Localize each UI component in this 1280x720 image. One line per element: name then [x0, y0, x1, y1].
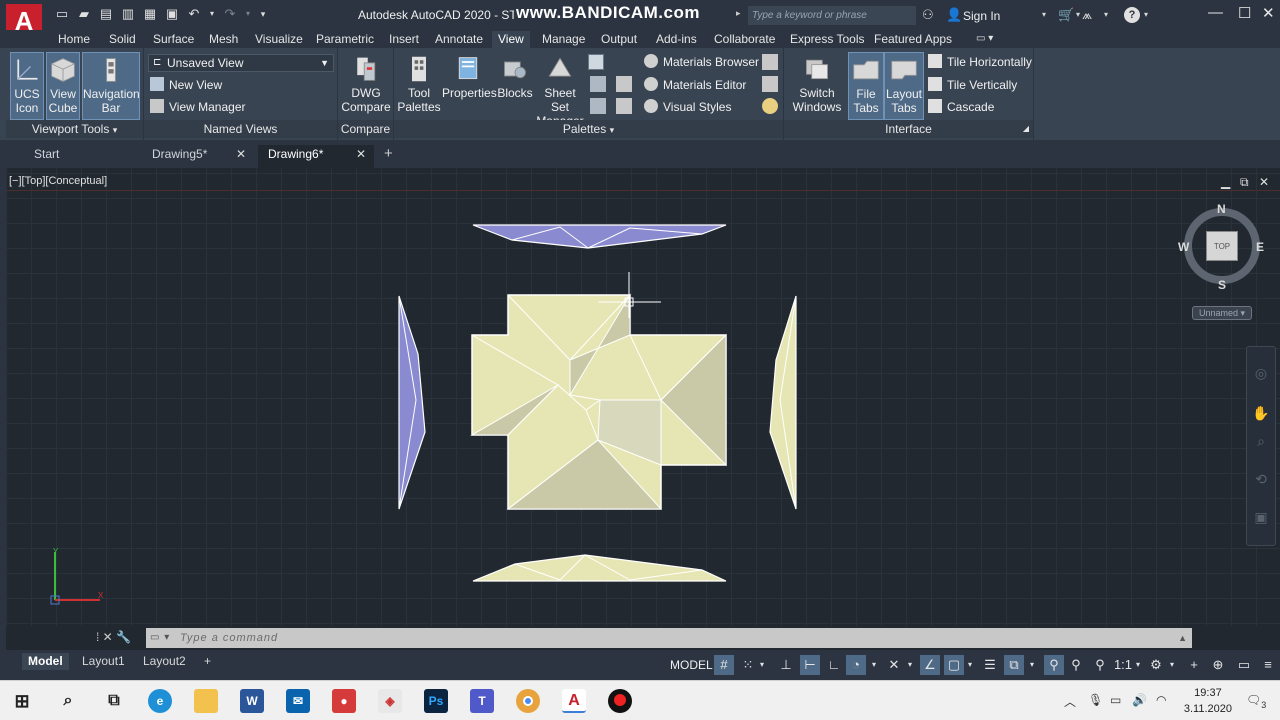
tray-chevron-icon[interactable]: ︿ — [1064, 693, 1076, 710]
windows-start-icon[interactable]: ⊞ — [10, 689, 34, 713]
top-elevation-view — [472, 224, 727, 249]
showmotion-icon[interactable]: ▣ — [1252, 508, 1270, 526]
workspace-dropdown-icon[interactable]: ▾ — [1166, 655, 1178, 675]
close-command-line-icon[interactable]: ✕ — [103, 630, 113, 644]
bottom-elevation-view — [472, 554, 727, 582]
annotation-monitor-icon[interactable]: + — [1184, 655, 1204, 675]
snap-dropdown-icon[interactable]: ▾ — [756, 655, 768, 675]
scale-dropdown-icon[interactable]: ▾ — [1132, 655, 1144, 675]
svg-text:Y: Y — [53, 547, 59, 556]
word-icon[interactable]: W — [240, 689, 264, 713]
isodraft-dropdown-icon[interactable]: ▾ — [904, 655, 916, 675]
customization-menu-icon[interactable]: ≡ — [1258, 655, 1278, 675]
right-elevation-view — [769, 295, 797, 510]
task-view-icon[interactable]: ⧉ — [102, 689, 126, 713]
status-bar: Model Layout1 Layout2 + MODEL # ⁙ ▾ ⊥ ⊢ … — [0, 650, 1280, 680]
ucs-axis-indicator: Y X — [50, 547, 104, 605]
svg-text:X: X — [98, 591, 104, 600]
object-snap-tracking-icon[interactable]: ∠ — [920, 655, 940, 675]
autocad-taskbar-icon[interactable]: A — [562, 689, 586, 713]
snap-icon[interactable]: ⁙ — [738, 655, 758, 675]
polar-tracking-icon[interactable]: ◔ — [846, 655, 866, 675]
isolate-objects-icon[interactable]: ⊕ — [1208, 655, 1228, 675]
steering-wheel-icon[interactable]: ◎ — [1252, 364, 1270, 382]
annotation-scale-value[interactable]: 1:1 — [1112, 655, 1134, 675]
clock-time: 19:37 — [1194, 687, 1222, 699]
selection-dropdown-icon[interactable]: ▾ — [1026, 655, 1038, 675]
annotation-scale-icon[interactable]: ⚲ — [1090, 655, 1110, 675]
viewcube-top-face[interactable]: TOP — [1206, 231, 1238, 261]
object-snap-dropdown-icon[interactable]: ▾ — [964, 655, 976, 675]
viewcube-east[interactable]: E — [1256, 240, 1264, 254]
infer-constraints-icon[interactable]: ⊥ — [776, 655, 796, 675]
file-explorer-icon[interactable] — [194, 689, 218, 713]
lineweight-icon[interactable]: ☰ — [980, 655, 1000, 675]
teams-icon[interactable]: T — [470, 689, 494, 713]
add-layout-icon[interactable]: + — [198, 653, 217, 670]
search-icon[interactable]: ⌕ — [56, 689, 80, 713]
customize-icon[interactable]: 🔧 — [116, 630, 131, 644]
layout-tab-model[interactable]: Model — [22, 653, 69, 670]
wcs-menu[interactable]: Unnamed ▾ — [1192, 306, 1252, 320]
bottom-elevation-face — [472, 554, 727, 582]
wifi-icon[interactable]: ◠ — [1156, 693, 1166, 707]
windows-taskbar: ⊞ ⌕ ⧉ e W ✉ ● ◈ Ps T A ︿ 🎙 ▭ 🔊 ◠ 19:37 3… — [0, 680, 1280, 720]
photoshop-icon[interactable]: Ps — [424, 689, 448, 713]
polar-dropdown-icon[interactable]: ▾ — [868, 655, 880, 675]
isodraft-icon[interactable]: ✕ — [884, 655, 904, 675]
paint-3d-icon[interactable]: ◈ — [378, 689, 402, 713]
battery-icon[interactable]: ▭ — [1110, 693, 1121, 707]
notification-count: 3 — [1261, 700, 1267, 710]
mail-icon[interactable]: ✉ — [286, 689, 310, 713]
viewcube-south[interactable]: S — [1218, 278, 1226, 292]
edge-icon[interactable]: e — [148, 689, 172, 713]
left-elevation-view — [398, 295, 426, 510]
bandicam-taskbar-icon[interactable] — [608, 689, 632, 713]
chrome-icon[interactable] — [516, 689, 540, 713]
system-clock[interactable]: 19:37 3.11.2020 — [1184, 685, 1232, 717]
right-elevation-face — [769, 295, 797, 510]
volume-icon[interactable]: 🔊 — [1132, 693, 1147, 707]
auto-scale-icon[interactable]: ⚲ — [1066, 655, 1086, 675]
top-elevation-face — [472, 224, 727, 249]
clean-screen-icon[interactable]: ▭ — [1234, 655, 1254, 675]
command-history-icon[interactable]: ▲ — [1178, 628, 1188, 648]
workspace-gear-icon[interactable]: ⚙ — [1146, 655, 1166, 675]
autocad-window: A▾ ▭ ▰ ▤ ▥ ▦ ▣ ↶ ▾ ↷ ▾ ▾ Autodesk AutoCA… — [0, 0, 1280, 720]
roof-model[interactable]: Y X — [0, 0, 1280, 720]
clock-date: 3.11.2020 — [1183, 703, 1232, 715]
roof-plan-view — [470, 293, 727, 510]
layout-tab-layout1[interactable]: Layout1 — [76, 653, 131, 670]
left-elevation-face — [398, 295, 426, 510]
dynamic-input-icon[interactable]: ⊢ — [800, 655, 820, 675]
command-prompt-icon: ▭ ▾ — [150, 632, 171, 643]
zoom-icon[interactable]: ⌕ — [1252, 432, 1270, 450]
recorder-app-icon[interactable]: ● — [332, 689, 356, 713]
grid-icon[interactable]: # — [714, 655, 734, 675]
pan-hand-icon[interactable]: ✋ — [1252, 404, 1270, 422]
notifications-icon[interactable]: 🗨3 — [1246, 693, 1267, 710]
command-line-handle[interactable]: ⁞ ✕ 🔧 — [96, 630, 131, 644]
layout-tab-layout2[interactable]: Layout2 — [137, 653, 192, 670]
viewcube-west[interactable]: W — [1178, 240, 1189, 254]
ortho-icon[interactable]: ∟ — [824, 655, 844, 675]
viewcube-north[interactable]: N — [1217, 202, 1226, 216]
orbit-icon[interactable]: ⟲ — [1252, 470, 1270, 488]
microphone-icon[interactable]: 🎙 — [1088, 693, 1103, 707]
model-space-button[interactable]: MODEL — [666, 655, 717, 675]
annotation-visibility-icon[interactable]: ⚲ — [1044, 655, 1064, 675]
object-snap-icon[interactable]: ▢ — [944, 655, 964, 675]
command-input[interactable]: ▭ ▾ Type a command ▲ — [146, 628, 1192, 648]
chevron-down-icon: ▾ — [1240, 308, 1246, 318]
selection-cycling-icon[interactable]: ⧉ — [1004, 655, 1024, 675]
